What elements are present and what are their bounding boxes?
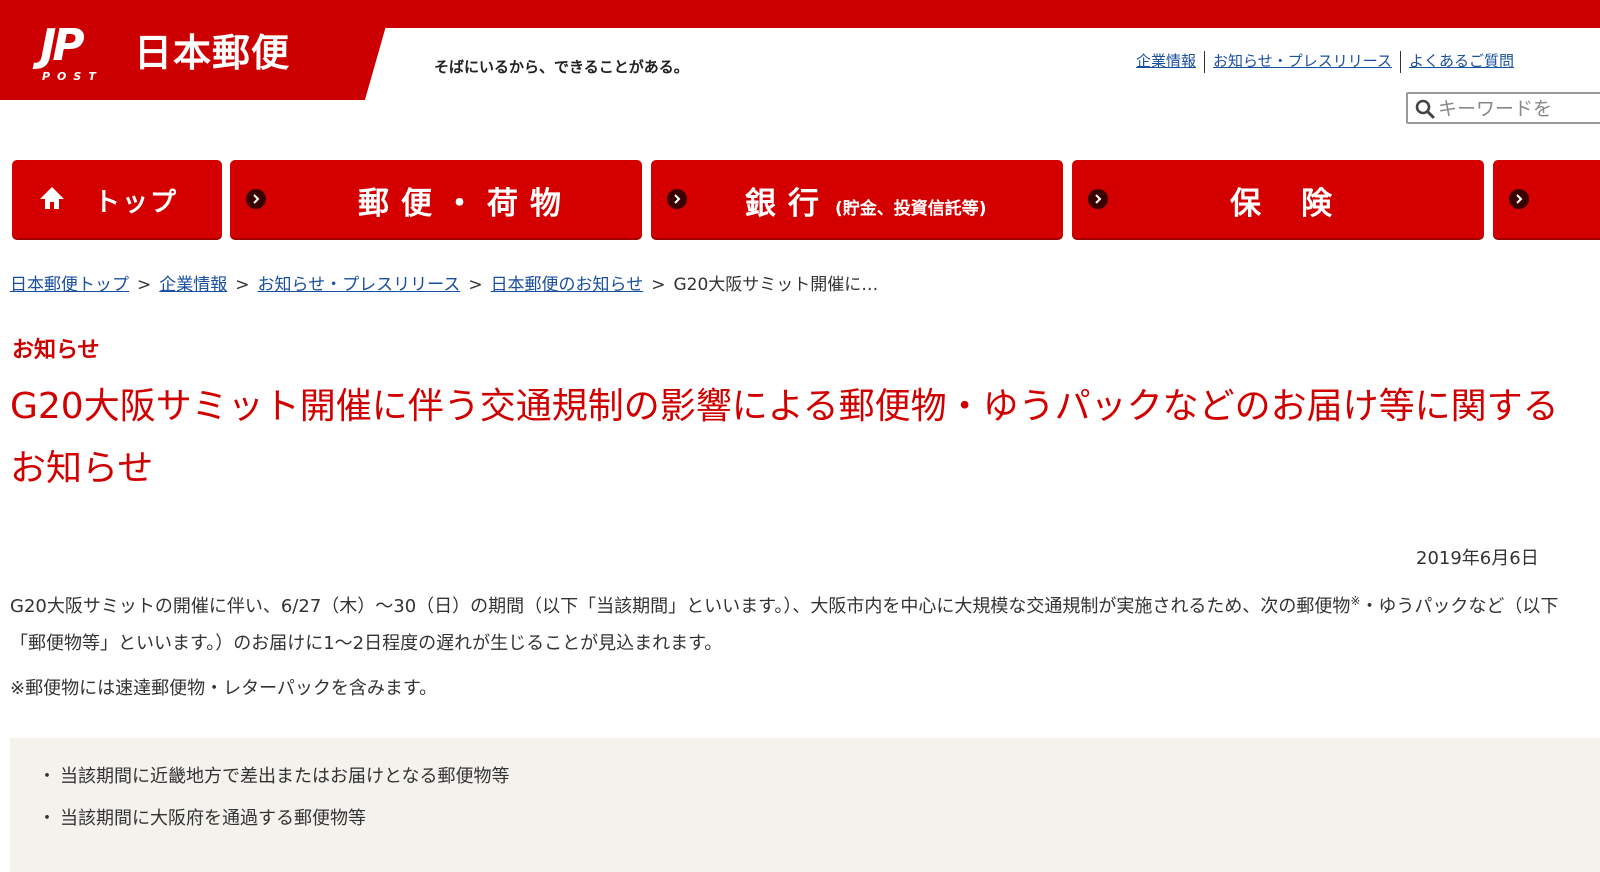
article-body: G20大阪サミットの開催に伴い、6/27（木）～30（日）の期間（以下「当該期間… bbox=[10, 588, 1580, 662]
logo-post-text: POST bbox=[42, 70, 103, 83]
footnote: ※郵便物には速達郵便物・レターパックを含みます。 bbox=[10, 678, 438, 699]
search-input[interactable] bbox=[1438, 96, 1598, 122]
page-title: G20大阪サミット開催に伴う交通規制の影響による郵便物・ゆうパックなどのお届け等… bbox=[10, 386, 1559, 489]
breadcrumb-link-news[interactable]: お知らせ・プレスリリース bbox=[258, 275, 461, 295]
logo-jp-mark: JP bbox=[40, 20, 85, 71]
breadcrumb-separator: > bbox=[468, 275, 483, 295]
body-text-part1: G20大阪サミットの開催に伴い、6/27（木）～30（日）の期間（以下「当該期間… bbox=[10, 596, 1351, 617]
chevron-right-icon bbox=[1509, 189, 1529, 209]
nav-bank-label: 銀行 (貯金、投資信託等) bbox=[745, 178, 987, 223]
chevron-right-icon bbox=[246, 189, 266, 209]
jp-post-logo[interactable]: JP POST bbox=[40, 24, 118, 84]
breadcrumb-link-top[interactable]: 日本郵便トップ bbox=[10, 275, 129, 295]
link-separator bbox=[1399, 50, 1401, 73]
home-icon bbox=[40, 187, 64, 209]
breadcrumb-current: G20大阪サミット開催に… bbox=[673, 275, 879, 295]
nav-insurance[interactable]: 保険 bbox=[1072, 160, 1484, 238]
body-footnote-mark: ※ bbox=[1350, 594, 1361, 608]
breadcrumb-link-corporate[interactable]: 企業情報 bbox=[159, 275, 227, 295]
link-corporate-info[interactable]: 企業情報 bbox=[1136, 52, 1196, 70]
header-utility-links: 企業情報 お知らせ・プレスリリース よくあるご質問 bbox=[1136, 50, 1514, 73]
list-item: 当該期間に大阪府を通過する郵便物等 bbox=[38, 798, 509, 840]
chevron-right-icon bbox=[1088, 189, 1108, 209]
link-news-press[interactable]: お知らせ・プレスリリース bbox=[1213, 52, 1392, 70]
tagline: そばにいるから、できることがある。 bbox=[434, 58, 689, 76]
nav-next-item[interactable] bbox=[1493, 160, 1600, 238]
nav-mail-parcels[interactable]: 郵便・荷物 bbox=[230, 160, 642, 238]
nav-bank-text: 銀行 bbox=[745, 186, 831, 222]
link-faq[interactable]: よくあるご質問 bbox=[1409, 52, 1514, 70]
nav-mail-label: 郵便・荷物 bbox=[358, 186, 573, 222]
publish-date: 2019年6月6日 bbox=[1416, 548, 1539, 569]
breadcrumb-link-notices[interactable]: 日本郵便のお知らせ bbox=[491, 275, 644, 295]
nav-bank[interactable]: 銀行 (貯金、投資信託等) bbox=[651, 160, 1063, 238]
link-separator bbox=[1204, 50, 1206, 73]
breadcrumb-separator: > bbox=[235, 275, 250, 295]
nav-bank-sub: (貯金、投資信託等) bbox=[835, 199, 987, 219]
page: JP POST 日本郵便 そばにいるから、できることがある。 企業情報 お知らせ・… bbox=[0, 0, 1600, 872]
nav-top-label: トップ bbox=[94, 188, 179, 218]
nav-insurance-label: 保険 bbox=[1230, 186, 1372, 222]
breadcrumb-separator: > bbox=[651, 275, 666, 295]
list-item: 当該期間に近畿地方で差出またはお届けとなる郵便物等 bbox=[38, 756, 509, 798]
search-box bbox=[1406, 92, 1600, 124]
category-label: お知らせ bbox=[12, 338, 100, 363]
breadcrumb: 日本郵便トップ > 企業情報 > お知らせ・プレスリリース > 日本郵便のお知らせ > G20大… bbox=[10, 270, 878, 295]
breadcrumb-separator: > bbox=[137, 275, 152, 295]
site-name[interactable]: 日本郵便 bbox=[134, 30, 290, 76]
affected-items-box: 当該期間に近畿地方で差出またはお届けとなる郵便物等 当該期間に大阪府を通過する郵… bbox=[10, 738, 1600, 872]
chevron-right-icon bbox=[667, 189, 687, 209]
nav-top[interactable]: トップ bbox=[12, 160, 222, 238]
search-icon[interactable] bbox=[1414, 98, 1436, 120]
affected-items-list: 当該期間に近畿地方で差出またはお届けとなる郵便物等 当該期間に大阪府を通過する郵… bbox=[38, 756, 509, 840]
